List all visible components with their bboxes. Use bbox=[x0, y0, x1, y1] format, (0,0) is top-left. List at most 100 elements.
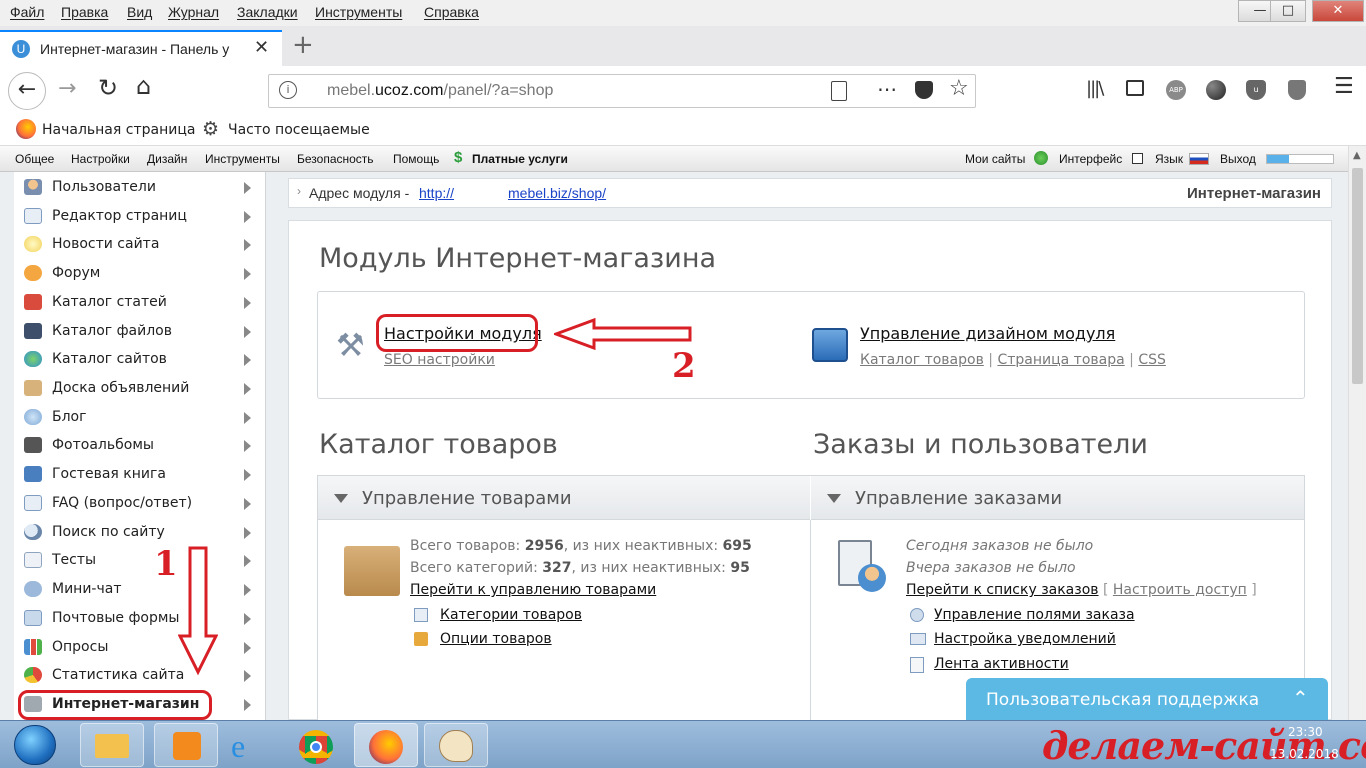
sidebar-item-page-editor[interactable]: Редактор страниц bbox=[14, 202, 266, 231]
shield-icon[interactable] bbox=[1288, 80, 1306, 100]
globe-icon bbox=[1034, 151, 1048, 165]
menu-edit[interactable]: Правка bbox=[61, 4, 108, 20]
sidebar-item-news[interactable]: Новости сайта bbox=[14, 230, 266, 259]
panel-nav-mysites[interactable]: Мои сайты bbox=[965, 152, 1025, 166]
menu-file[interactable]: Файл bbox=[10, 4, 44, 20]
sidebar-item-minichat[interactable]: Мини-чат bbox=[14, 575, 266, 604]
design-catalog-link[interactable]: Каталог товаров bbox=[860, 352, 984, 368]
scroll-up-icon[interactable]: ▲ bbox=[1353, 150, 1361, 161]
pocket-icon[interactable] bbox=[915, 81, 933, 99]
info-icon[interactable]: i bbox=[279, 81, 297, 99]
panel-nav-logout[interactable]: Выход bbox=[1220, 152, 1256, 166]
order-fields-link[interactable]: Управление полями заказа bbox=[934, 607, 1135, 623]
hamburger-menu-icon[interactable]: ☰ bbox=[1334, 74, 1354, 99]
clock-date: 13.02.2018 bbox=[1270, 747, 1339, 761]
extension-icon[interactable] bbox=[1206, 80, 1226, 100]
sidebar-item-photos[interactable]: Фотоальбомы bbox=[14, 431, 266, 460]
seo-settings-link[interactable]: SEO настройки bbox=[384, 352, 495, 368]
sidebar-item-users[interactable]: Пользователи bbox=[14, 173, 266, 202]
sidebar-toggle-icon[interactable] bbox=[1126, 80, 1144, 96]
panel-nav-language[interactable]: Язык bbox=[1155, 152, 1183, 166]
sidebar-item-mailforms[interactable]: Почтовые формы bbox=[14, 604, 266, 633]
sidebar-item-blog[interactable]: Блог bbox=[14, 403, 266, 432]
sidebar-item-forum[interactable]: Форум bbox=[14, 259, 266, 288]
bookmark-home[interactable]: Начальная страница bbox=[42, 122, 195, 138]
design-css-link[interactable]: CSS bbox=[1138, 352, 1166, 368]
module-address-link-end[interactable]: mebel.biz/shop/ bbox=[508, 185, 606, 201]
url-text[interactable]: mebel.ucoz.com/panel/?a=shop bbox=[327, 82, 553, 100]
support-widget[interactable]: Пользовательская поддержка ⌃ bbox=[966, 678, 1328, 720]
design-management-link[interactable]: Управление дизайном модуля bbox=[860, 324, 1115, 343]
panel-nav-security[interactable]: Безопасность bbox=[297, 152, 374, 166]
menu-help[interactable]: Справка bbox=[424, 4, 479, 20]
panel-nav-settings[interactable]: Настройки bbox=[71, 152, 130, 166]
panel-nav-help[interactable]: Помощь bbox=[393, 152, 439, 166]
taskbar-chrome[interactable] bbox=[284, 723, 348, 767]
panel-nav-general[interactable]: Общее bbox=[15, 152, 54, 166]
russian-flag-icon bbox=[1189, 153, 1209, 165]
url-bar[interactable]: i mebel.ucoz.com/panel/?a=shop ⋯ ☆ bbox=[268, 74, 976, 108]
sidebar-item-polls[interactable]: Опросы bbox=[14, 633, 266, 662]
feed-icon bbox=[910, 657, 924, 673]
scroll-thumb[interactable] bbox=[1352, 168, 1363, 384]
product-categories-link[interactable]: Категории товаров bbox=[440, 607, 582, 623]
content-panel: Модуль Интернет-магазина ⚒ Настройки мод… bbox=[288, 220, 1332, 722]
sidebar-item-label: Редактор страниц bbox=[52, 208, 187, 224]
forward-icon[interactable]: → bbox=[58, 76, 76, 101]
sidebar-item-files[interactable]: Каталог файлов bbox=[14, 317, 266, 346]
module-address-link-start[interactable]: http:// bbox=[419, 185, 454, 201]
adblock-icon[interactable]: ABP bbox=[1166, 80, 1186, 100]
activity-feed-link[interactable]: Лента активности bbox=[934, 656, 1069, 672]
bookmark-frequent[interactable]: Часто посещаемые bbox=[228, 122, 370, 138]
close-tab-icon[interactable]: ✕ bbox=[254, 37, 269, 58]
panel-nav-interface[interactable]: Интерфейс bbox=[1059, 152, 1122, 166]
panel-nav-paid[interactable]: Платные услуги bbox=[472, 152, 568, 166]
library-icon[interactable]: |||\ bbox=[1086, 78, 1104, 99]
interface-checkbox[interactable] bbox=[1132, 153, 1143, 164]
home-icon[interactable]: ⌂ bbox=[136, 72, 151, 100]
sidebar-item-stats[interactable]: Статистика сайта bbox=[14, 661, 266, 690]
chevron-up-icon[interactable]: ⌃ bbox=[1292, 686, 1309, 710]
maximize-button[interactable]: □ bbox=[1270, 0, 1306, 22]
taskbar-explorer[interactable] bbox=[80, 723, 144, 767]
menu-bookmarks[interactable]: Закладки bbox=[237, 4, 298, 20]
reader-view-icon[interactable] bbox=[831, 81, 847, 101]
module-name: Интернет-магазин bbox=[1187, 185, 1321, 202]
design-monitor-icon bbox=[812, 328, 848, 362]
more-actions-icon[interactable]: ⋯ bbox=[877, 77, 897, 101]
page-scrollbar[interactable]: ▲ bbox=[1348, 146, 1366, 720]
goto-products-link[interactable]: Перейти к управлению товарами bbox=[410, 582, 656, 598]
product-options-link[interactable]: Опции товаров bbox=[440, 631, 552, 647]
menu-view[interactable]: Вид bbox=[127, 4, 152, 20]
goto-orders-link[interactable]: Перейти к списку заказов bbox=[906, 582, 1099, 598]
sidebar-item-sites[interactable]: Каталог сайтов bbox=[14, 345, 266, 374]
sidebar-item-guestbook[interactable]: Гостевая книга bbox=[14, 460, 266, 489]
back-icon[interactable]: ← bbox=[8, 72, 46, 110]
new-tab-icon[interactable]: + bbox=[292, 30, 314, 60]
sidebar-item-search[interactable]: Поиск по сайту bbox=[14, 518, 266, 547]
tab-active[interactable]: U Интернет-магазин - Панель у ✕ bbox=[0, 30, 282, 66]
design-product-page-link[interactable]: Страница товара bbox=[997, 352, 1124, 368]
panel-nav-design[interactable]: Дизайн bbox=[147, 152, 187, 166]
orders-box-header[interactable]: Управление заказами bbox=[811, 476, 1304, 520]
taskbar-firefox[interactable] bbox=[354, 723, 418, 767]
sidebar-item-tests[interactable]: Тесты bbox=[14, 546, 266, 575]
products-box-header[interactable]: Управление товарами bbox=[318, 476, 810, 520]
start-button[interactable] bbox=[14, 725, 56, 765]
sidebar-item-faq[interactable]: FAQ (вопрос/ответ) bbox=[14, 489, 266, 518]
bookmark-star-icon[interactable]: ☆ bbox=[949, 76, 969, 101]
menu-history[interactable]: Журнал bbox=[168, 4, 219, 20]
sidebar-item-articles[interactable]: Каталог статей bbox=[14, 288, 266, 317]
pie-chart-icon bbox=[24, 667, 42, 683]
taskbar-media[interactable] bbox=[154, 723, 218, 767]
menu-tools[interactable]: Инструменты bbox=[315, 4, 402, 20]
notifications-link[interactable]: Настройка уведомлений bbox=[934, 631, 1116, 647]
ublock-icon[interactable]: u bbox=[1246, 80, 1266, 100]
close-window-button[interactable]: ✕ bbox=[1312, 0, 1364, 22]
taskbar-ie[interactable]: e bbox=[214, 723, 278, 767]
reload-icon[interactable]: ↻ bbox=[98, 74, 118, 102]
taskbar-paint[interactable] bbox=[424, 723, 488, 767]
panel-nav-tools[interactable]: Инструменты bbox=[205, 152, 280, 166]
sidebar-item-board[interactable]: Доска объявлений bbox=[14, 374, 266, 403]
access-settings-link[interactable]: Настроить доступ bbox=[1113, 582, 1247, 598]
